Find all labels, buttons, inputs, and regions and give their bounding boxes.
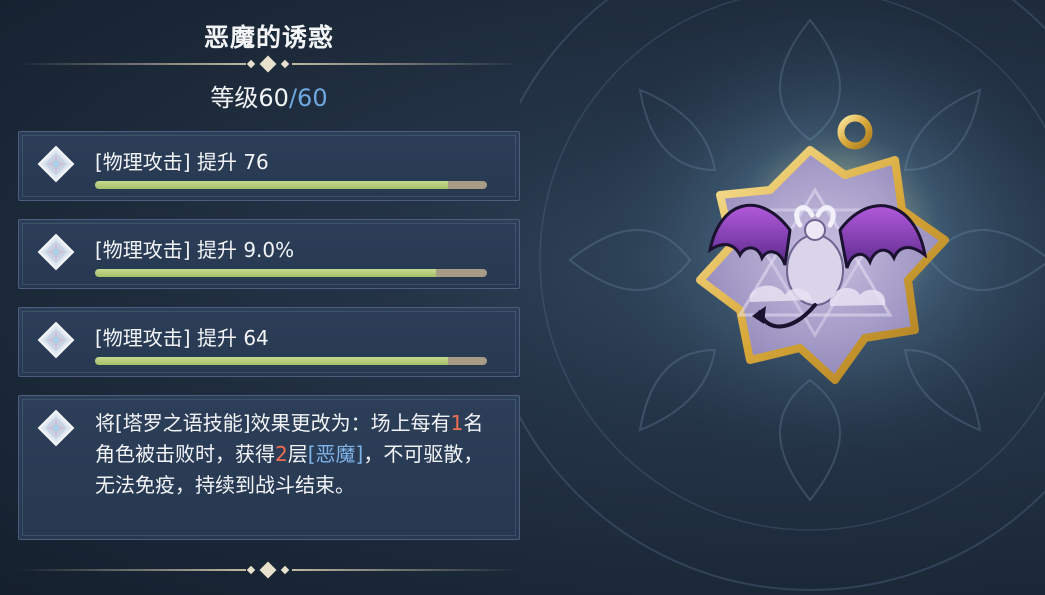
stat-progress-bar [95,357,487,365]
item-title: 恶魔的诱惑 [203,23,334,52]
effect-tag: [恶魔] [307,442,364,466]
stat-row-3: [物理攻击] 提升 64 [18,307,520,377]
stat-label: [物理攻击] 提升 76 [95,150,269,174]
effect-number: 1 [450,411,464,435]
stat-label: [物理攻击] 提升 64 [95,326,269,350]
stat-row-1: [物理攻击] 提升 76 [18,131,520,201]
level-max: 60 [297,84,328,112]
effect-text: 将[塔罗之语技能]效果更改为：场上每有 [95,411,451,435]
effect-number: 2 [275,442,288,466]
diamond-star-icon [35,143,77,185]
stat-row-2: [物理攻击] 提升 9.0% [18,219,520,289]
level-current: 60 [258,84,289,112]
effect-box: 将[塔罗之语技能]效果更改为：场上每有1名角色被击败时，获得2层[恶魔]，不可驱… [18,395,520,540]
item-detail-panel: 恶魔的诱惑 等级60/60 [物理攻击] 提升 76 [物理攻击] 提升 9.0… [18,0,520,595]
diamond-star-icon [35,319,77,361]
effect-text: 层 [287,442,308,466]
title-divider [18,55,520,73]
level-separator: / [288,84,298,112]
stat-progress-fill [95,181,448,189]
stat-progress-bar [95,181,487,189]
item-level: 等级60/60 [18,78,520,113]
bottom-divider [18,561,520,579]
diamond-star-icon [35,231,77,273]
diamond-star-icon [35,407,77,449]
stat-progress-fill [95,269,437,277]
demon-amulet-icon [696,114,949,384]
level-label: 等级 [210,84,259,112]
effect-description: 将[塔罗之语技能]效果更改为：场上每有1名角色被击败时，获得2层[恶魔]，不可驱… [95,408,500,501]
stat-label: [物理攻击] 提升 9.0% [95,238,295,262]
stat-progress-fill [95,357,448,365]
stat-progress-bar [95,269,487,277]
